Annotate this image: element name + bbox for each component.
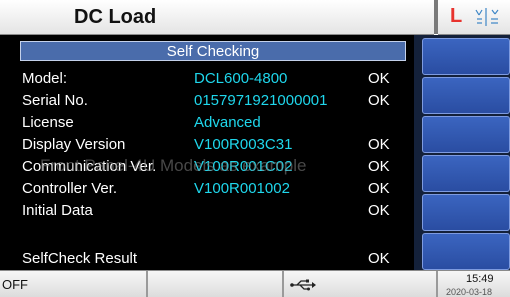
check-status: OK: [368, 180, 390, 197]
header-bar: DC Load: [0, 0, 434, 35]
usb-status-icon: [475, 8, 499, 26]
check-status: OK: [368, 158, 390, 175]
check-row-controller: Controller Ver. V100R001002 OK: [22, 178, 402, 200]
check-value: 0157971921000001: [194, 92, 328, 109]
softkey-6[interactable]: [422, 233, 510, 270]
check-row-display-version: Display Version V100R003C31 OK: [22, 134, 402, 156]
check-row-model: Model: DCL600-4800 OK: [22, 68, 402, 90]
check-row-license: License Advanced: [22, 112, 402, 134]
check-status: OK: [368, 92, 390, 109]
status-divider: [282, 271, 284, 297]
brand-logo: L: [450, 5, 463, 27]
check-row-result: SelfCheck Result OK: [22, 248, 402, 270]
app-title: DC Load: [74, 6, 157, 28]
softkey-4[interactable]: [422, 155, 510, 192]
check-label: SelfCheck Result: [22, 250, 138, 267]
status-bar: OFF 15:49 2020-03-18: [0, 270, 510, 297]
check-status: OK: [368, 70, 390, 87]
softkey-3[interactable]: [422, 116, 510, 153]
check-value: V100R001002: [194, 180, 290, 197]
check-value: DCL600-4800: [194, 70, 288, 87]
status-divider: [146, 271, 148, 297]
check-label: Serial No.: [22, 92, 88, 109]
panel-title: Self Checking: [20, 41, 406, 61]
check-row-serial: Serial No. 0157971921000001 OK: [22, 90, 402, 112]
check-label: Initial Data: [22, 202, 93, 219]
check-status: OK: [368, 202, 390, 219]
self-check-panel: Self Checking Model: DCL600-4800 OK Seri…: [0, 35, 414, 270]
softkey-2[interactable]: [422, 77, 510, 114]
check-label: Controller Ver.: [22, 180, 118, 197]
check-value: V100R003C31: [194, 136, 293, 153]
softkey-1[interactable]: [422, 38, 510, 75]
check-label: License: [22, 114, 74, 131]
output-state-label: OFF: [2, 277, 28, 292]
check-status: OK: [368, 250, 390, 267]
status-divider: [436, 271, 438, 297]
check-value: Advanced: [194, 114, 261, 131]
softkey-panel: [414, 35, 510, 270]
check-row-initial-data: Initial Data OK: [22, 200, 402, 222]
clock-time: 15:49: [466, 273, 494, 285]
usb-icon: [290, 279, 316, 291]
check-status: OK: [368, 136, 390, 153]
softkey-5[interactable]: [422, 194, 510, 231]
check-label: Model:: [22, 70, 68, 87]
check-label: Display Version: [22, 136, 126, 153]
brand-area: L: [438, 0, 510, 35]
watermark-text: Front Panel-4U Models as example: [40, 156, 307, 175]
